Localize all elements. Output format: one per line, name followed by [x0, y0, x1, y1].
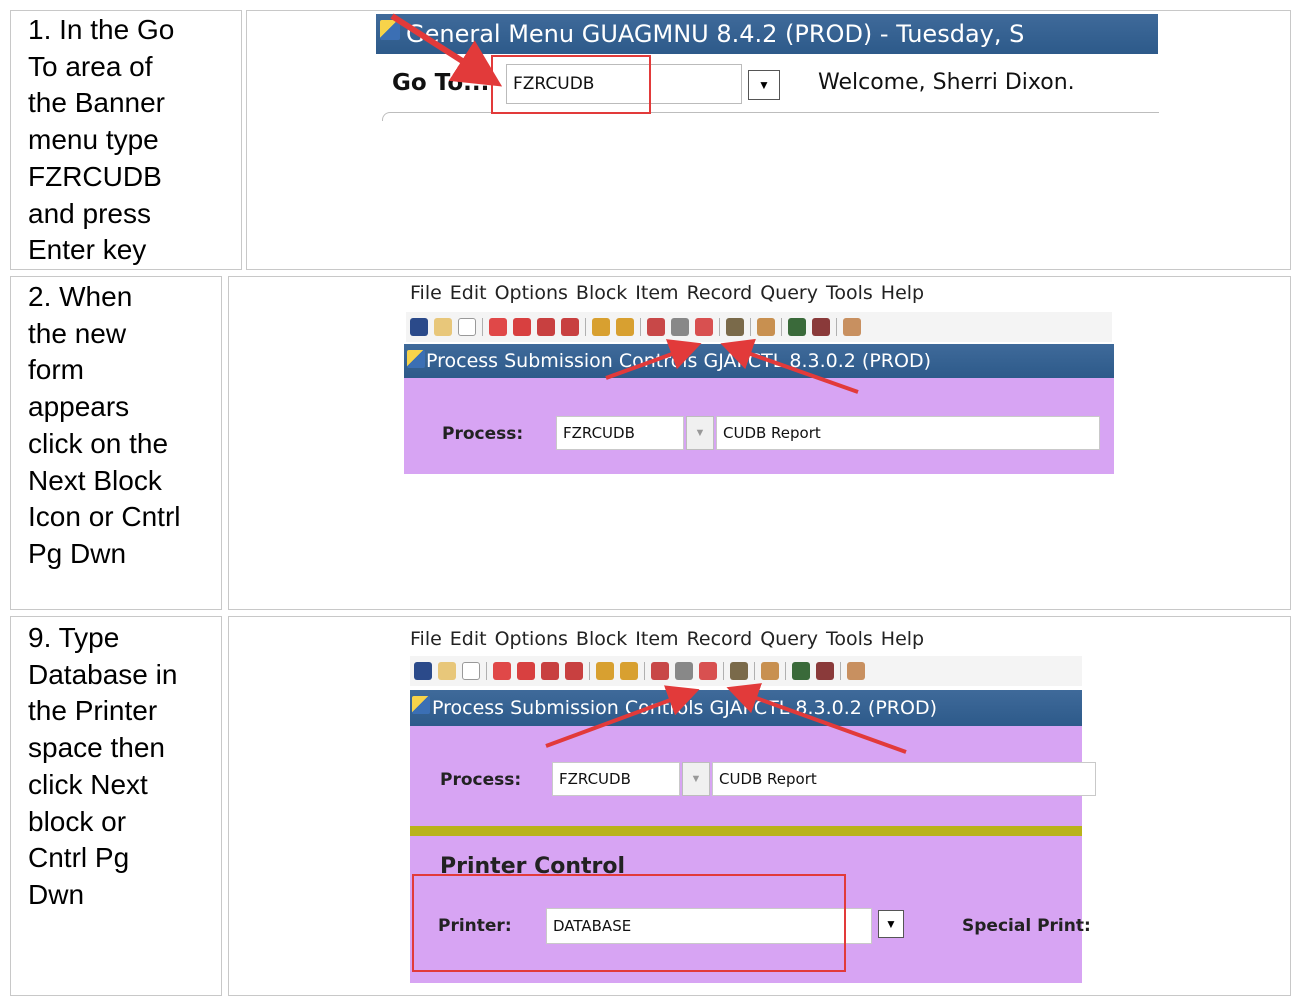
printer-icon[interactable]	[757, 318, 775, 336]
step-9-instructions: 9. Type Database in the Printer space th…	[28, 622, 178, 910]
menu-bar: File Edit Options Block Item Record Query Tools…	[410, 282, 932, 304]
remove-record-icon[interactable]	[513, 318, 531, 336]
menu-help[interactable]: Help	[881, 628, 924, 650]
menu-record[interactable]: Record	[687, 282, 753, 304]
process-title: Process Submission Controls GJAPCTL 8.3.…	[426, 350, 931, 372]
process-dropdown-button[interactable]: ▼	[682, 762, 710, 796]
delete-icon[interactable]	[812, 318, 830, 336]
process-code-input[interactable]: FZRCUDB	[552, 762, 680, 796]
printer-dropdown-button[interactable]: ▼	[878, 910, 904, 938]
remove-record-icon[interactable]	[517, 662, 535, 680]
menu-block[interactable]: Block	[576, 628, 627, 650]
menu-edit[interactable]: Edit	[450, 628, 487, 650]
menu-item[interactable]: Item	[635, 282, 678, 304]
menu-tools[interactable]: Tools	[826, 628, 873, 650]
special-print-label: Special Print:	[962, 916, 1091, 936]
section-divider	[410, 826, 1082, 836]
form-icon	[412, 696, 430, 714]
blank-form-icon[interactable]	[458, 318, 476, 336]
tree-icon[interactable]	[843, 318, 861, 336]
menu-tools[interactable]: Tools	[826, 282, 873, 304]
save-icon[interactable]	[414, 662, 432, 680]
undo-icon[interactable]	[434, 318, 452, 336]
tree-icon[interactable]	[847, 662, 865, 680]
general-menu-title: General Menu GUAGMNU 8.4.2 (PROD) - Tues…	[406, 20, 1025, 48]
insert-record-icon[interactable]	[489, 318, 507, 336]
menu-help[interactable]: Help	[881, 282, 924, 304]
menu-item[interactable]: Item	[635, 628, 678, 650]
toolbar	[410, 656, 1082, 686]
next-record-icon[interactable]	[561, 318, 579, 336]
next-block-icon[interactable]	[616, 318, 634, 336]
go-to-dropdown-button[interactable]: ▼	[748, 70, 780, 100]
menu-options[interactable]: Options	[495, 628, 568, 650]
menu-edit[interactable]: Edit	[450, 282, 487, 304]
undo-icon[interactable]	[438, 662, 456, 680]
go-to-highlight-box	[491, 55, 651, 114]
general-menu-title-bar: General Menu GUAGMNU 8.4.2 (PROD) - Tues…	[376, 14, 1158, 54]
dropdown-arrow-icon: ▼	[694, 427, 706, 439]
process-dropdown-button[interactable]: ▼	[686, 416, 714, 450]
insert-record-icon[interactable]	[493, 662, 511, 680]
menu-block[interactable]: Block	[576, 282, 627, 304]
menu-query[interactable]: Query	[760, 282, 818, 304]
go-to-label: Go To...	[392, 70, 490, 96]
dropdown-arrow-icon: ▼	[690, 773, 702, 785]
menu-query[interactable]: Query	[760, 628, 818, 650]
process-title-bar: Process Submission Controls GJAPCTL 8.3.…	[410, 690, 1082, 726]
process-label: Process:	[440, 770, 522, 790]
cancel-query-icon[interactable]	[695, 318, 713, 336]
next-record-icon[interactable]	[565, 662, 583, 680]
menu-file[interactable]: File	[410, 628, 442, 650]
process-title: Process Submission Controls GJAPCTL 8.3.…	[432, 697, 937, 719]
previous-block-icon[interactable]	[596, 662, 614, 680]
execute-query-icon[interactable]	[675, 662, 693, 680]
previous-record-icon[interactable]	[537, 318, 555, 336]
menu-bar: File Edit Options Block Item Record Query Tools…	[410, 628, 932, 650]
process-description-input[interactable]: CUDB Report	[716, 416, 1100, 450]
toolbar	[406, 312, 1112, 342]
menu-file[interactable]: File	[410, 282, 442, 304]
step-2-instructions: 2. When the new form appears click on th…	[28, 281, 181, 569]
menu-options[interactable]: Options	[495, 282, 568, 304]
save-icon[interactable]	[410, 318, 428, 336]
printer-highlight-box	[412, 874, 846, 972]
previous-block-icon[interactable]	[592, 318, 610, 336]
step-1-instructions: 1. In the Go To area of the Banner menu …	[28, 14, 175, 266]
previous-record-icon[interactable]	[541, 662, 559, 680]
dropdown-arrow-icon: ▼	[758, 78, 770, 92]
menu-record[interactable]: Record	[687, 628, 753, 650]
process-label: Process:	[442, 424, 524, 444]
process-title-bar: Process Submission Controls GJAPCTL 8.3.…	[404, 344, 1114, 378]
app-icon	[380, 20, 400, 40]
delete-icon[interactable]	[816, 662, 834, 680]
form-icon	[407, 350, 425, 368]
dropdown-arrow-icon: ▼	[885, 917, 897, 931]
process-description-input[interactable]: CUDB Report	[712, 762, 1096, 796]
next-block-icon[interactable]	[620, 662, 638, 680]
welcome-message: Welcome, Sherri Dixon.	[818, 70, 1075, 95]
process-code-input[interactable]: FZRCUDB	[556, 416, 684, 450]
export-icon[interactable]	[792, 662, 810, 680]
enter-query-icon[interactable]	[651, 662, 669, 680]
print-icon[interactable]	[730, 662, 748, 680]
print-icon[interactable]	[726, 318, 744, 336]
enter-query-icon[interactable]	[647, 318, 665, 336]
export-icon[interactable]	[788, 318, 806, 336]
execute-query-icon[interactable]	[671, 318, 689, 336]
cancel-query-icon[interactable]	[699, 662, 717, 680]
printer-icon[interactable]	[761, 662, 779, 680]
blank-form-icon[interactable]	[462, 662, 480, 680]
